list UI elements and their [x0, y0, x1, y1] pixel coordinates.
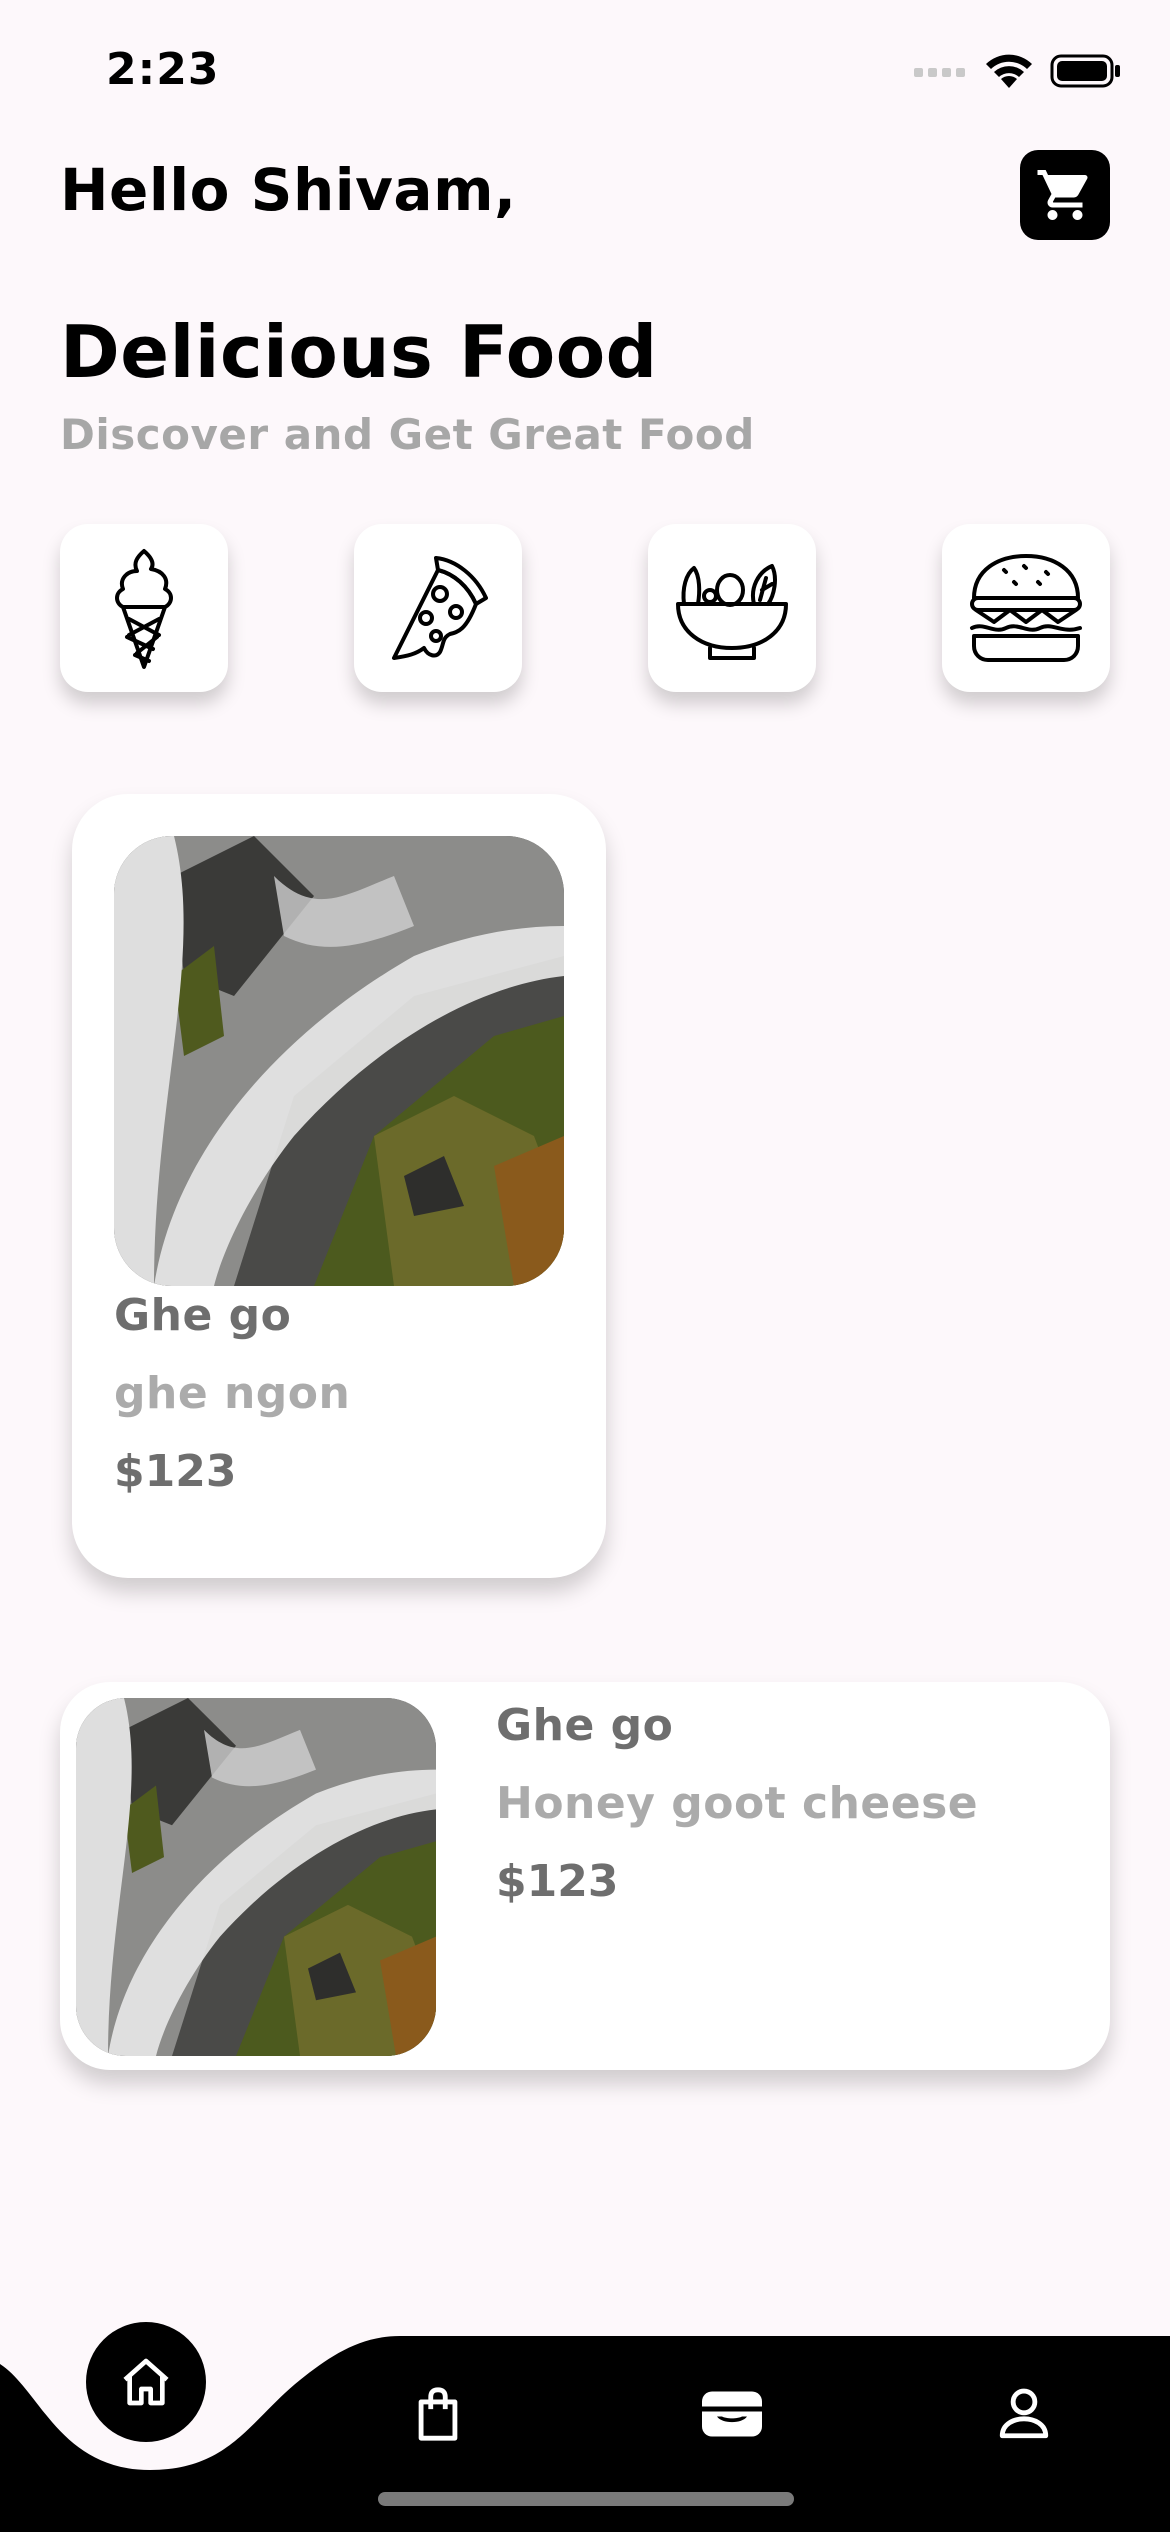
shopping-bag-icon — [418, 2387, 458, 2441]
food-image — [76, 1698, 436, 2056]
wallet-icon — [702, 2391, 762, 2437]
food-image — [114, 836, 564, 1286]
home-indicator — [378, 2492, 794, 2506]
pizza-icon — [392, 556, 488, 660]
food-price: $123 — [114, 1446, 237, 1497]
food-name: Ghe go — [114, 1290, 292, 1341]
home-icon — [123, 2358, 169, 2406]
nav-shopping-bag[interactable] — [398, 2374, 478, 2454]
cart-icon — [1037, 170, 1088, 220]
category-pizza[interactable] — [354, 524, 522, 692]
profile-icon — [999, 2388, 1049, 2439]
food-description: ghe ngon — [114, 1368, 351, 1419]
salad-bowl-icon — [676, 564, 788, 660]
ice-cream-icon — [115, 549, 173, 669]
cellular-signal-icon — [914, 68, 965, 77]
category-burger[interactable] — [942, 524, 1110, 692]
food-name: Ghe go — [496, 1700, 674, 1751]
category-ice-cream[interactable] — [60, 524, 228, 692]
status-icons — [914, 52, 1122, 90]
wifi-icon — [986, 54, 1032, 88]
page-title: Delicious Food — [60, 310, 658, 394]
category-salad[interactable] — [648, 524, 816, 692]
nav-profile[interactable] — [984, 2374, 1064, 2454]
status-time: 2:23 — [106, 44, 220, 95]
greeting: Hello Shivam, — [60, 156, 517, 224]
page-subtitle: Discover and Get Great Food — [60, 410, 755, 459]
nav-wallet[interactable] — [692, 2374, 772, 2454]
cart-button[interactable] — [1020, 150, 1110, 240]
food-description: Honey goot cheese — [496, 1778, 979, 1829]
battery-icon — [1050, 54, 1120, 88]
nav-home[interactable] — [86, 2322, 206, 2442]
food-price: $123 — [496, 1856, 619, 1907]
burger-icon — [970, 554, 1082, 662]
